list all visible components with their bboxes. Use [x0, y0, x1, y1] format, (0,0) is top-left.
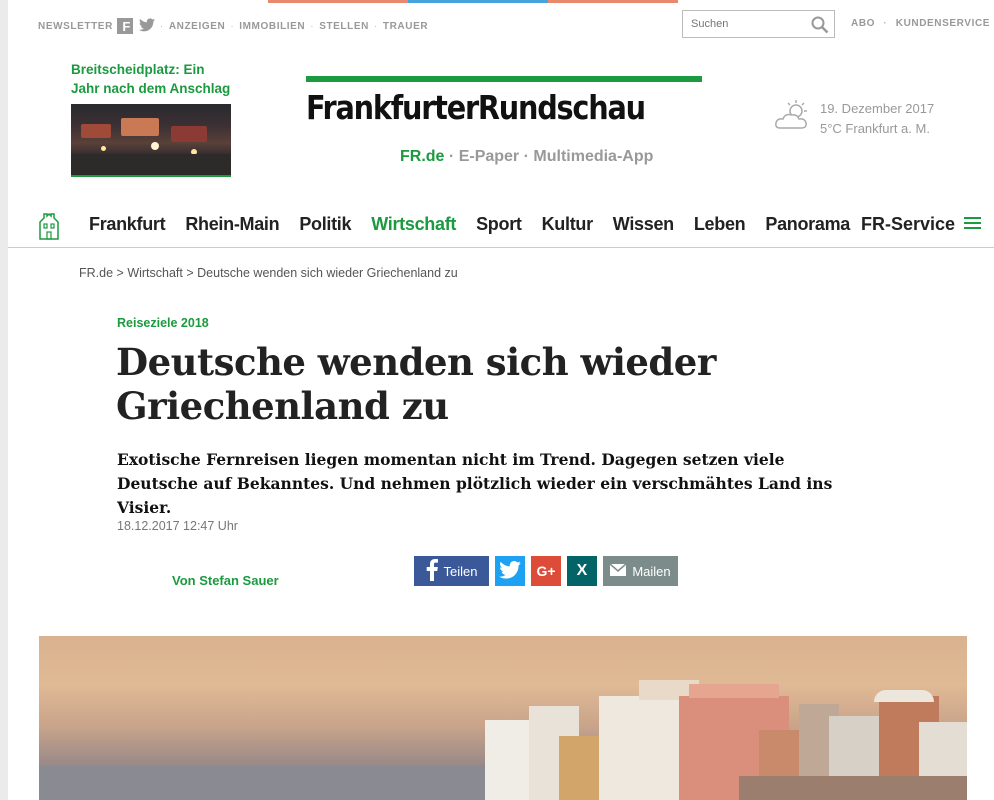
topbar-link-anzeigen[interactable]: ANZEIGEN: [169, 21, 225, 32]
facebook-share-button[interactable]: Teilen: [414, 556, 489, 586]
mail-icon: [609, 562, 627, 579]
fr-de-link[interactable]: FR.de: [400, 148, 444, 165]
article-hero-image: [39, 636, 967, 800]
nav-item-wirtschaft[interactable]: Wirtschaft: [371, 214, 456, 235]
top-color-stripes: [138, 0, 678, 3]
facebook-share-label: Teilen: [443, 563, 478, 579]
top-teaser[interactable]: Breitscheidplatz: Ein Jahr nach dem Ansc…: [71, 60, 236, 177]
nav-item-wissen[interactable]: Wissen: [613, 214, 674, 235]
facebook-icon[interactable]: f: [116, 18, 133, 34]
nav-item-rhein-main[interactable]: Rhein-Main: [185, 214, 279, 235]
share-buttons: Teilen G+ X Mailen: [414, 556, 684, 586]
article-intro: Exotische Fernreisen liegen momentan nic…: [117, 450, 833, 517]
weather-widget: 19. Dezember 2017 5°C Frankfurt a. M.: [774, 98, 934, 139]
article-headline: Deutsche wenden sich wieder Griechenland…: [116, 340, 716, 428]
twitter-icon[interactable]: [138, 17, 155, 35]
search-input[interactable]: [683, 18, 803, 30]
teaser-title[interactable]: Breitscheidplatz: Ein Jahr nach dem Ansc…: [71, 60, 236, 98]
article-kicker: Reiseziele 2018: [117, 316, 209, 330]
mail-share-label: Mailen: [632, 563, 671, 579]
nav-item-kultur[interactable]: Kultur: [542, 214, 594, 235]
epaper-link[interactable]: E-Paper: [459, 148, 519, 165]
sub-links: FR.de · E-Paper · Multimedia-App: [400, 148, 654, 165]
xing-share-button[interactable]: X: [567, 556, 597, 586]
breadcrumb-current: Deutsche wenden sich wieder Griechenland…: [197, 266, 458, 280]
hero-sea: [39, 766, 519, 800]
topbar-link-trauer[interactable]: TRAUER: [383, 21, 428, 32]
account-links: ABO · KUNDENSERVICE: [851, 18, 991, 29]
fr-service-label: FR-Service: [861, 214, 956, 234]
googleplus-icon: G+: [536, 563, 556, 579]
twitter-share-button[interactable]: [495, 556, 525, 586]
site-logo[interactable]: FrankfurterRundschau: [306, 76, 702, 127]
nav-item-leben[interactable]: Leben: [694, 214, 746, 235]
abo-link[interactable]: ABO: [851, 18, 875, 29]
breadcrumb: FR.de > Wirtschaft > Deutsche wenden sic…: [79, 266, 458, 280]
weather-date: 19. Dezember 2017: [820, 101, 935, 116]
nav-item-sport[interactable]: Sport: [476, 214, 522, 235]
kundenservice-link[interactable]: KUNDENSERVICE: [896, 18, 990, 29]
breadcrumb-home[interactable]: FR.de: [79, 266, 113, 280]
partly-cloudy-icon: [774, 98, 812, 137]
topbar-link-immobilien[interactable]: IMMOBILIEN: [239, 21, 305, 32]
teaser-image[interactable]: [71, 104, 231, 177]
weather-temp: 5°C Frankfurt a. M.: [820, 121, 930, 136]
topbar-link-stellen[interactable]: STELLEN: [319, 21, 369, 32]
newsletter-link[interactable]: NEWSLETTER: [38, 21, 113, 32]
search-box: [682, 10, 835, 38]
nav-item-frankfurt[interactable]: Frankfurt: [89, 214, 166, 235]
twitter-icon: [499, 560, 521, 582]
article-author[interactable]: Von Stefan Sauer: [172, 573, 279, 588]
facebook-icon: [426, 558, 438, 584]
fr-service-menu[interactable]: FR-Service: [861, 214, 982, 235]
nav-item-politik[interactable]: Politik: [299, 214, 351, 235]
logo-text: FrankfurterRundschau: [306, 88, 646, 127]
search-icon[interactable]: [811, 16, 829, 39]
hamburger-menu-icon[interactable]: [964, 214, 982, 235]
googleplus-share-button[interactable]: G+: [531, 556, 561, 586]
article-date: 18.12.2017 12:47 Uhr: [117, 519, 238, 533]
nav-item-panorama[interactable]: Panorama: [765, 214, 850, 235]
main-nav: Frankfurt Rhein-Main Politik Wirtschaft …: [8, 202, 994, 248]
home-icon[interactable]: [38, 210, 60, 245]
page: NEWSLETTER f · ANZEIGEN · IMMOBILIEN · S…: [8, 0, 994, 800]
mail-share-button[interactable]: Mailen: [603, 556, 678, 586]
xing-icon: X: [576, 562, 588, 579]
breadcrumb-section[interactable]: Wirtschaft: [127, 266, 183, 280]
multimedia-app-link[interactable]: Multimedia-App: [533, 148, 653, 165]
nav-list: Frankfurt Rhein-Main Politik Wirtschaft …: [89, 214, 870, 235]
